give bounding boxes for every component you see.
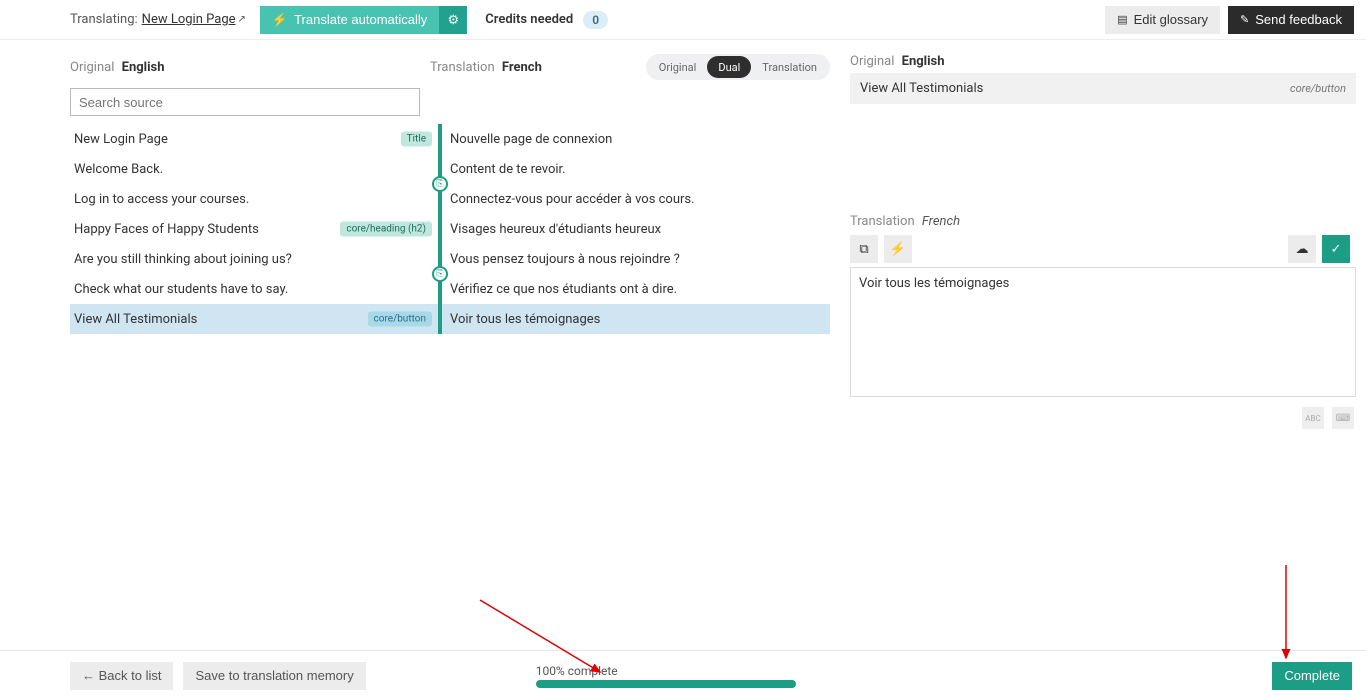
translating-label: Translating: (70, 12, 138, 27)
check-icon: ✓ (1331, 241, 1342, 257)
keyboard-icon[interactable]: ⌨ (1332, 407, 1354, 429)
settings-button[interactable]: ⚙ (439, 6, 467, 34)
back-to-list-button[interactable]: ← Back to list (70, 662, 173, 690)
segment-type-tag: core/button (368, 312, 432, 327)
save-translation-memory-button[interactable]: Save to translation memory (183, 662, 365, 690)
progress-bar (536, 680, 796, 688)
detail-original-header: Original English (850, 54, 1356, 69)
search-source-input[interactable] (70, 88, 420, 116)
translation-tools-row: ⧉ ⚡ ☁ ✓ (850, 235, 1356, 263)
translate-automatically-label: Translate automatically (294, 12, 427, 27)
edit-glossary-button[interactable]: ▤ Edit glossary (1105, 6, 1220, 34)
progress-label: 100% complete (536, 664, 796, 678)
segment-row[interactable]: View All Testimonialscore/buttonVoir tou… (70, 304, 830, 334)
segment-target: Vous pensez toujours à nous rejoindre ? (442, 244, 830, 274)
credits-needed-label: Credits needed (485, 12, 573, 27)
glossary-icon: ▤ (1117, 13, 1127, 26)
link-indicator-icon: ⎘ (432, 266, 448, 282)
translation-lang-header: Translation French (430, 60, 542, 75)
segment-source: View All Testimonialscore/button (70, 304, 438, 334)
segment-target: Visages heureux d'étudiants heureux (442, 214, 830, 244)
bolt-icon: ⚡ (890, 241, 906, 257)
segment-source: Log in to access your courses. (70, 184, 438, 214)
cloud-icon: ☁ (1296, 241, 1309, 257)
segment-row[interactable]: Happy Faces of Happy Studentscore/headin… (70, 214, 830, 244)
machine-translate-button[interactable]: ⚡ (884, 235, 912, 263)
segment-type-tag: core/heading (h2) (340, 222, 432, 237)
edit-glossary-label: Edit glossary (1134, 12, 1208, 27)
segment-source: New Login PageTitle (70, 124, 438, 154)
copy-icon: ⧉ (859, 241, 868, 257)
segment-divider: ⎘ (438, 274, 442, 304)
segment-divider: ⎘ (438, 184, 442, 214)
segment-target: Vérifiez ce que nos étudiants ont à dire… (442, 274, 830, 304)
progress-wrapper: 100% complete (536, 664, 796, 688)
segment-source: Happy Faces of Happy Studentscore/headin… (70, 214, 438, 244)
detail-original-text-box: View All Testimonials core/button (850, 73, 1356, 104)
segment-target: Nouvelle page de connexion (442, 124, 830, 154)
segment-target: Voir tous les témoignages (442, 304, 830, 334)
bottom-bar: ← Back to list Save to translation memor… (0, 650, 1366, 700)
view-mode-tabs: Original Dual Translation (646, 54, 830, 80)
external-link-icon: ↗ (238, 14, 246, 25)
dual-editor-column: Original English Translation French Orig… (70, 54, 830, 435)
segment-source: Check what our students have to say. (70, 274, 438, 304)
translate-automatically-button[interactable]: ⚡ Translate automatically (260, 6, 439, 34)
segment-source: Welcome Back. (70, 154, 438, 184)
send-feedback-button[interactable]: ✎ Send feedback (1228, 6, 1354, 34)
credits-needed-value: 0 (583, 11, 608, 29)
bolt-icon: ⚡ (272, 12, 288, 28)
page-title-link[interactable]: New Login Page (142, 12, 236, 27)
confirm-translation-button[interactable]: ✓ (1322, 235, 1350, 263)
pencil-icon: ✎ (1240, 13, 1249, 26)
segment-divider (438, 124, 442, 154)
segment-divider (438, 214, 442, 244)
segment-target: Content de te revoir. (442, 154, 830, 184)
detail-block-type: core/button (1290, 82, 1346, 95)
spellcheck-icon[interactable]: ABC (1302, 407, 1324, 429)
segment-target: Connectez-vous pour accéder à vos cours. (442, 184, 830, 214)
segment-list: New Login PageTitleNouvelle page de conn… (70, 124, 830, 334)
tab-translation[interactable]: Translation (751, 56, 828, 78)
gear-icon: ⚙ (447, 12, 459, 28)
send-feedback-label: Send feedback (1255, 12, 1342, 27)
segment-row[interactable]: New Login PageTitleNouvelle page de conn… (70, 124, 830, 154)
segment-row[interactable]: Are you still thinking about joining us?… (70, 244, 830, 274)
translation-textarea[interactable]: Voir tous les témoignages (850, 267, 1356, 397)
segment-row[interactable]: Log in to access your courses.⎘Connectez… (70, 184, 830, 214)
detail-original-text: View All Testimonials (860, 81, 983, 96)
top-bar: Translating: New Login Page ↗ ⚡ Translat… (0, 0, 1366, 40)
original-lang-header: Original English (70, 60, 165, 75)
segment-divider (438, 304, 442, 334)
translation-footer-tools: ABC ⌨ (850, 401, 1356, 435)
segment-row[interactable]: Check what our students have to say.⎘Vér… (70, 274, 830, 304)
link-indicator-icon: ⎘ (432, 176, 448, 192)
tab-dual[interactable]: Dual (707, 56, 751, 78)
tab-original[interactable]: Original (648, 56, 708, 78)
segment-row[interactable]: Welcome Back.Content de te revoir. (70, 154, 830, 184)
main-area: Original English Translation French Orig… (0, 40, 1366, 435)
detail-column: Original English View All Testimonials c… (850, 54, 1364, 435)
segment-type-tag: Title (401, 132, 432, 147)
detail-translation-header: Translation French (850, 214, 1356, 229)
column-headers: Original English Translation French Orig… (70, 54, 830, 80)
segment-source: Are you still thinking about joining us? (70, 244, 438, 274)
copy-source-button[interactable]: ⧉ (850, 235, 878, 263)
cloud-button[interactable]: ☁ (1288, 235, 1316, 263)
complete-button[interactable]: Complete (1272, 662, 1352, 690)
